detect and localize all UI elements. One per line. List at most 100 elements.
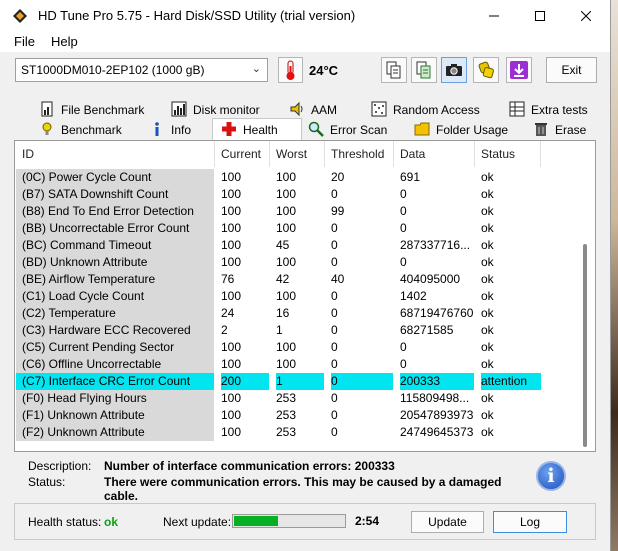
cell-id: (BD) Unknown Attribute (16, 254, 214, 271)
tab-health[interactable]: Health (212, 118, 302, 141)
description-value: Number of interface communication errors… (104, 459, 395, 473)
cell-status: ok (481, 391, 494, 405)
tab-aam[interactable]: AAM (289, 100, 359, 120)
update-button[interactable]: Update (411, 511, 484, 533)
cell-status: ok (481, 204, 494, 218)
table-row[interactable]: (C6) Offline Uncorrectable 100 100 0 0 ok (15, 356, 571, 373)
chevron-down-icon: ⌄ (251, 63, 261, 75)
table-row[interactable]: (BE) Airflow Temperature 76 42 40 404095000 o… (15, 271, 571, 288)
tab-folder-usage[interactable]: Folder Usage (414, 120, 514, 140)
title-bar: HD Tune Pro 5.75 - Hard Disk/SSD Utility… (0, 0, 610, 32)
table-row[interactable]: (C5) Current Pending Sector 100 100 0 0 ok (15, 339, 571, 356)
cell-current: 100 (221, 221, 242, 235)
cell-data: 68719476760 (400, 306, 474, 320)
update-progress-bar (232, 514, 346, 528)
cell-id: (0C) Power Cycle Count (16, 169, 214, 186)
table-row[interactable]: (0C) Power Cycle Count 100 100 20 691 ok (15, 169, 571, 186)
table-row[interactable]: (F0) Head Flying Hours 100 253 0 115809498..… (15, 390, 571, 407)
tab-disk-monitor[interactable]: Disk monitor (171, 100, 271, 120)
close-button[interactable] (563, 0, 609, 32)
tab-erase[interactable]: Erase (533, 120, 593, 140)
cell-id: (C5) Current Pending Sector (16, 339, 214, 356)
tab-label: Random Access (393, 103, 480, 117)
cell-status: attention (481, 373, 541, 390)
scrollbar-thumb[interactable] (583, 244, 587, 447)
minimize-icon (489, 15, 499, 17)
status-message-line1: There were communication errors. This ma… (104, 475, 502, 489)
table-row[interactable]: (BC) Command Timeout 100 45 0 287337716... ok (15, 237, 571, 254)
table-row[interactable]: (BD) Unknown Attribute 100 100 0 0 ok (15, 254, 571, 271)
tab-info[interactable]: Info (149, 120, 204, 140)
cell-worst: 100 (276, 255, 297, 269)
file-benchmark-icon (41, 101, 53, 117)
table-row[interactable]: (C1) Load Cycle Count 100 100 0 1402 ok (15, 288, 571, 305)
cell-data: 404095000 (400, 272, 461, 286)
download-icon (510, 61, 528, 79)
cell-current: 100 (221, 340, 242, 354)
column-header-status[interactable]: Status (475, 141, 541, 167)
tab-label: Disk monitor (193, 103, 260, 117)
tab-random-access[interactable]: Random Access (371, 100, 481, 120)
status-label: Status: (28, 475, 66, 489)
cell-data: 1402 (400, 289, 427, 303)
maximize-button[interactable] (517, 0, 563, 32)
table-row[interactable]: (C2) Temperature 24 16 0 68719476760 ok (15, 305, 571, 322)
smart-table: ID Current Worst Threshold Data Status (… (14, 140, 596, 452)
cell-id: (C3) Hardware ECC Recovered (16, 322, 214, 339)
progress-fill (234, 516, 278, 526)
cell-status: ok (481, 187, 494, 201)
copy-button[interactable] (381, 57, 407, 83)
table-row[interactable]: (F2) Unknown Attribute 100 253 0 24749645373… (15, 424, 571, 441)
exit-button[interactable]: Exit (546, 57, 597, 83)
tab-extra-tests[interactable]: Extra tests (509, 100, 589, 120)
cell-worst: 100 (276, 289, 297, 303)
info-circle-button[interactable]: i (536, 461, 566, 491)
tab-error-scan[interactable]: Error Scan (308, 120, 388, 140)
menu-help[interactable]: Help (51, 34, 78, 49)
disk-monitor-icon (171, 101, 187, 117)
column-header-current[interactable]: Current (215, 141, 270, 167)
copy-all-button[interactable] (411, 57, 437, 83)
cell-data: 68271585 (400, 323, 454, 337)
menu-file[interactable]: File (14, 34, 35, 49)
description-label: Description: (28, 459, 92, 473)
table-row[interactable]: (F1) Unknown Attribute 100 253 0 20547893973… (15, 407, 571, 424)
cell-worst: 253 (276, 425, 297, 439)
cell-worst: 100 (276, 170, 297, 184)
options-button[interactable] (473, 57, 499, 83)
tab-benchmark[interactable]: Benchmark (39, 120, 139, 140)
cell-id: (C2) Temperature (16, 305, 214, 322)
cell-id: (C7) Interface CRC Error Count (16, 373, 214, 390)
drive-select[interactable]: ST1000DM010-2EP102 (1000 gB) ⌄ (15, 58, 268, 82)
column-header-id[interactable]: ID (16, 141, 215, 167)
cell-id: (BB) Uncorrectable Error Count (16, 220, 214, 237)
cell-data: 691 (400, 170, 421, 184)
menu-bar: File Help (0, 32, 610, 52)
cell-threshold: 0 (331, 408, 338, 422)
table-row[interactable]: (B8) End To End Error Detection 100 100 99 0… (15, 203, 571, 220)
cell-worst: 100 (276, 204, 297, 218)
cell-threshold: 0 (331, 357, 338, 371)
health-cross-icon (222, 122, 236, 136)
column-header-data[interactable]: Data (394, 141, 475, 167)
cell-status: ok (481, 340, 494, 354)
table-row[interactable]: (BB) Uncorrectable Error Count 100 100 0 0 ok (15, 220, 571, 237)
cell-current: 100 (221, 357, 242, 371)
info-circle-icon: i (547, 465, 555, 487)
download-button[interactable] (506, 57, 532, 83)
vertical-scrollbar[interactable] (580, 167, 591, 451)
table-row[interactable]: (C7) Interface CRC Error Count 200 1 0 20033… (15, 373, 571, 390)
screenshot-button[interactable] (441, 57, 467, 83)
log-button[interactable]: Log (493, 511, 567, 533)
cell-data: 115809498... (400, 391, 470, 405)
table-row[interactable]: (C3) Hardware ECC Recovered 2 1 0 68271585 ok (15, 322, 571, 339)
tab-label: Folder Usage (436, 123, 509, 137)
column-header-worst[interactable]: Worst (270, 141, 325, 167)
tab-file-benchmark[interactable]: File Benchmark (39, 100, 149, 120)
minimize-button[interactable] (471, 0, 517, 32)
table-row[interactable]: (B7) SATA Downshift Count 100 100 0 0 ok (15, 186, 571, 203)
cell-status: ok (481, 272, 494, 286)
cell-worst: 16 (276, 306, 290, 320)
cell-worst: 1 (276, 373, 324, 390)
column-header-threshold[interactable]: Threshold (325, 141, 394, 167)
